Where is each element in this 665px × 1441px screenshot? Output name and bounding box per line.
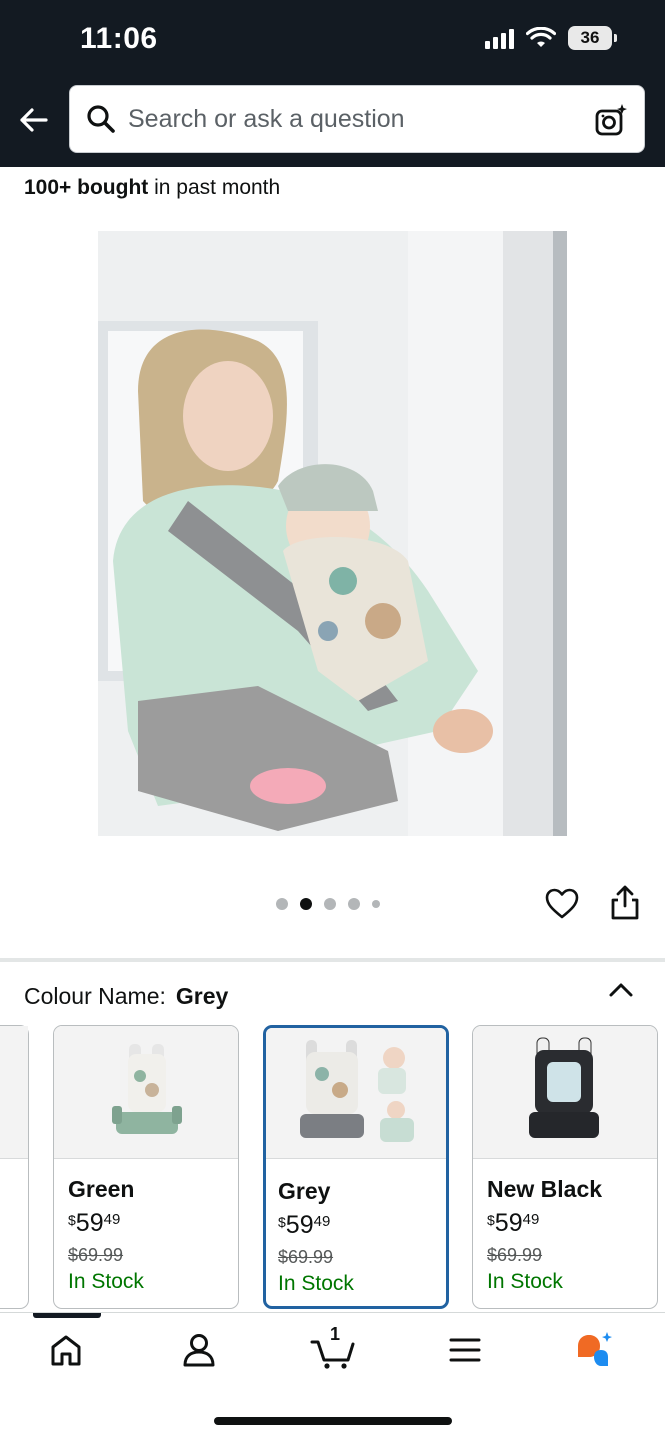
swatch-list-price: $69.99 [278,1247,334,1267]
nav-active-indicator [33,1313,101,1318]
rufus-icon[interactable] [574,1330,614,1370]
menu-icon[interactable] [445,1330,485,1370]
swatch-list-price: $69.99 [487,1245,543,1265]
selected-colour: Grey [175,983,229,1009]
product-image[interactable] [98,231,567,836]
swatch-card-partial[interactable] [0,1025,29,1309]
swatch-name: Green [68,1176,135,1202]
status-time: 11:06 [80,22,158,55]
carousel-dot[interactable] [324,898,336,910]
bought-in-past-month: 100+ bought in past month [24,176,281,199]
carousel-dot-active[interactable] [300,898,312,910]
search-icon [87,105,115,133]
swatch-availability: In Stock [487,1270,563,1293]
swatch-name: New Black [487,1176,603,1202]
swatch-card-green[interactable]: Green $5949 $69.99 In Stock [53,1025,239,1309]
carousel-dot[interactable] [348,898,360,910]
swatch-list-price: $69.99 [68,1245,124,1265]
home-indicator-bar[interactable] [214,1417,452,1425]
colour-name-row: Colour Name: Grey [24,983,229,1009]
swatch-card-new-black[interactable]: New Black $5949 $69.99 In Stock [472,1025,658,1309]
battery-icon: 36 [568,26,617,50]
swatch-price: $5949 [278,1211,331,1239]
swatch-name: Grey [278,1178,331,1204]
swatch-availability: In Stock [68,1270,144,1293]
swatch-card-grey-selected[interactable]: Grey $5949 $69.99 In Stock [263,1025,449,1309]
swatch-thumbnail [473,1026,657,1159]
swatch-thumbnail [54,1026,238,1159]
chevron-up-icon[interactable] [606,978,636,1002]
back-arrow-icon[interactable] [16,102,52,138]
swatch-price: $5949 [68,1209,121,1237]
account-icon[interactable] [179,1330,219,1370]
swatch-thumbnail [266,1028,446,1159]
carousel-dot[interactable] [372,900,380,908]
swatch-price: $5949 [487,1209,540,1237]
share-icon[interactable] [608,884,642,922]
section-divider [0,958,665,962]
cart-count: 1 [330,1324,341,1344]
home-icon[interactable] [46,1330,86,1370]
signal-icon [485,27,514,49]
status-icons: 36 [485,26,617,50]
wifi-icon [526,27,556,47]
swatch-availability: In Stock [278,1272,354,1295]
camera-lens-icon[interactable] [594,103,628,137]
carousel-dot[interactable] [276,898,288,910]
search-placeholder: Search or ask a question [128,104,405,133]
battery-level: 36 [568,26,612,50]
search-input[interactable]: Search or ask a question [69,85,645,153]
image-carousel-dots[interactable] [276,898,380,910]
heart-icon[interactable] [544,886,580,922]
